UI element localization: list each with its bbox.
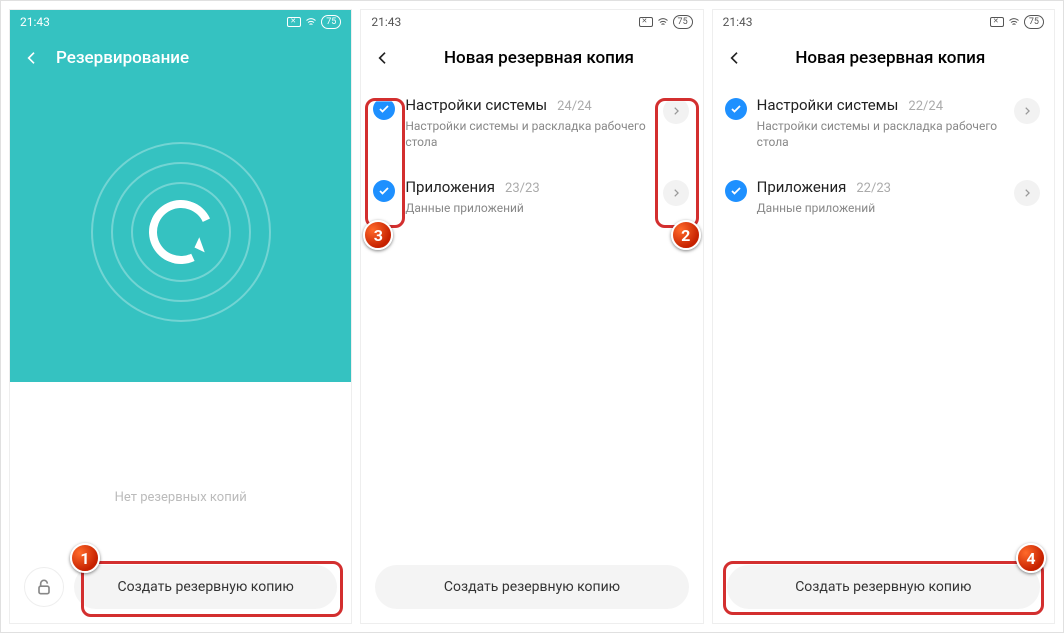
status-time: 21:43 (371, 15, 401, 29)
item-title: Настройки системы (757, 96, 899, 114)
list-item-system-settings: Настройки системы 24/24 Настройки систем… (365, 82, 698, 164)
check-icon (730, 185, 742, 197)
phone-screen-2: 21:43 75 Новая резервная копия Настройки… (360, 9, 703, 624)
hero-graphic (10, 82, 351, 382)
back-button[interactable] (373, 48, 393, 68)
empty-state-text: Нет резервных копий (10, 382, 351, 553)
status-icons: 75 (639, 15, 693, 29)
checkbox-apps[interactable] (373, 180, 395, 202)
back-button[interactable] (22, 48, 42, 68)
chevron-right-icon (671, 106, 681, 116)
battery-icon: 75 (321, 15, 341, 29)
battery-icon: 75 (1024, 15, 1044, 29)
sim-off-icon (639, 17, 653, 27)
status-time: 21:43 (723, 15, 753, 29)
chevron-right-icon (671, 188, 681, 198)
item-subtitle: Данные приложений (405, 200, 652, 216)
battery-icon: 75 (673, 15, 693, 29)
expand-system-settings[interactable] (663, 98, 689, 124)
title-bar: Новая резервная копия (361, 34, 702, 82)
create-backup-button[interactable]: Создать резервную копию (74, 565, 337, 609)
create-backup-button[interactable]: Создать резервную копию (727, 565, 1040, 609)
wifi-icon (657, 16, 669, 28)
chevron-left-icon (727, 50, 743, 66)
checkbox-system-settings[interactable] (373, 98, 395, 120)
page-title: Новая резервная копия (407, 48, 670, 68)
title-bar: Резервирование (10, 34, 351, 82)
status-bar: 21:43 75 (713, 10, 1054, 34)
lock-button[interactable] (24, 567, 64, 607)
wifi-icon (305, 16, 317, 28)
chevron-right-icon (1022, 188, 1032, 198)
unlock-icon (34, 577, 54, 597)
expand-system-settings[interactable] (1014, 98, 1040, 124)
page-title: Новая резервная копия (759, 48, 1022, 68)
list-item-system-settings: Настройки системы 22/24 Настройки систем… (717, 82, 1050, 164)
chevron-left-icon (375, 50, 391, 66)
item-count: 22/24 (908, 99, 943, 114)
backup-categories-list: Настройки системы 24/24 Настройки систем… (361, 82, 702, 553)
status-time: 21:43 (20, 15, 50, 29)
page-title: Резервирование (56, 48, 339, 68)
expand-apps[interactable] (663, 180, 689, 206)
list-item-apps: Приложения 22/23 Данные приложений (717, 164, 1050, 230)
chevron-left-icon (24, 50, 40, 66)
check-icon (378, 185, 390, 197)
status-icons: 75 (990, 15, 1044, 29)
status-bar: 21:43 75 (10, 10, 351, 34)
bottom-actions: Создать резервную копию (10, 553, 351, 623)
phone-screen-3: 21:43 75 Новая резервная копия Настройки… (712, 9, 1055, 624)
chevron-right-icon (1022, 106, 1032, 116)
status-icons: 75 (287, 15, 341, 29)
check-icon (378, 103, 390, 115)
create-backup-button[interactable]: Создать резервную копию (375, 565, 688, 609)
item-count: 23/23 (505, 181, 540, 196)
sim-off-icon (287, 17, 301, 27)
item-title: Настройки системы (405, 96, 547, 114)
item-count: 22/23 (856, 181, 891, 196)
phone-screen-1: 21:43 75 Резервирование Нет резервных ко… (9, 9, 352, 624)
backup-categories-list: Настройки системы 22/24 Настройки систем… (713, 82, 1054, 553)
sim-off-icon (990, 17, 1004, 27)
item-subtitle: Данные приложений (757, 200, 1004, 216)
back-button[interactable] (725, 48, 745, 68)
item-subtitle: Настройки системы и раскладка рабочего с… (405, 118, 652, 150)
item-title: Приложения (757, 178, 847, 196)
status-bar: 21:43 75 (361, 10, 702, 34)
bottom-actions: Создать резервную копию (361, 553, 702, 623)
wifi-icon (1008, 16, 1020, 28)
item-count: 24/24 (557, 99, 592, 114)
checkbox-apps[interactable] (725, 180, 747, 202)
title-bar: Новая резервная копия (713, 34, 1054, 82)
list-item-apps: Приложения 23/23 Данные приложений (365, 164, 698, 230)
check-icon (730, 103, 742, 115)
item-subtitle: Настройки системы и раскладка рабочего с… (757, 118, 1004, 150)
bottom-actions: Создать резервную копию (713, 553, 1054, 623)
checkbox-system-settings[interactable] (725, 98, 747, 120)
item-title: Приложения (405, 178, 495, 196)
expand-apps[interactable] (1014, 180, 1040, 206)
